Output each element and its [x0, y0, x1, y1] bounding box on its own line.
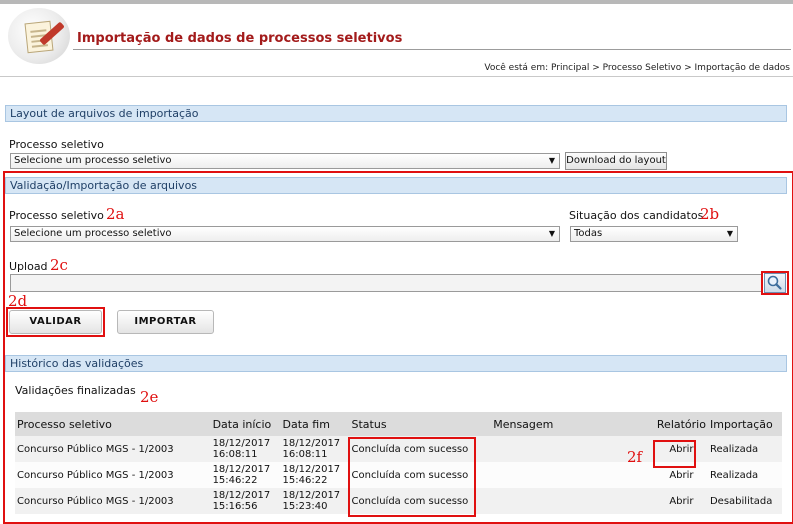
dropdown-arrow-icon: ▼: [548, 229, 555, 238]
cell-process: Concurso Público MGS - 1/2003: [15, 488, 211, 514]
top-bar: [0, 0, 793, 4]
col-import: Importação: [707, 412, 782, 436]
col-report: Relatório: [654, 412, 708, 436]
breadcrumb: Você está em: Principal > Processo Selet…: [484, 63, 790, 73]
dropdown-arrow-icon: ▼: [726, 229, 733, 238]
report-open-link[interactable]: Abrir: [654, 488, 708, 514]
history-subheading: Validações finalizadas: [15, 384, 136, 397]
upload-search-highlight: [761, 271, 789, 295]
app-logo-icon: [8, 8, 70, 64]
validate-highlight: [6, 307, 105, 337]
layout-process-label: Processo seletivo: [9, 138, 104, 151]
report-highlight: [653, 440, 696, 468]
import-button[interactable]: IMPORTAR: [117, 310, 214, 334]
history-section-header: Histórico das validações: [5, 355, 787, 372]
col-status: Status: [349, 412, 492, 436]
validation-process-select-value: Selecione um processo seletivo: [14, 228, 172, 239]
history-table-header: Processo seletivo Data início Data fim S…: [15, 412, 782, 436]
layout-process-select[interactable]: Selecione um processo seletivo ▼: [10, 153, 560, 169]
dropdown-arrow-icon: ▼: [548, 156, 555, 165]
annotation-2e: 2e: [140, 388, 159, 406]
layout-process-select-value: Selecione um processo seletivo: [14, 155, 172, 166]
col-start: Data início: [210, 412, 281, 436]
col-message: Mensagem: [491, 412, 655, 436]
situation-select[interactable]: Todas ▼: [570, 226, 738, 242]
import-status-link[interactable]: Realizada: [707, 462, 782, 488]
annotation-2f: 2f: [627, 448, 643, 466]
col-end: Data fim: [280, 412, 350, 436]
validation-process-label: Processo seletivo: [9, 209, 104, 222]
cell-process: Concurso Público MGS - 1/2003: [15, 462, 211, 488]
import-status-link[interactable]: Desabilitada: [707, 488, 782, 514]
validation-process-select[interactable]: Selecione um processo seletivo ▼: [10, 226, 560, 242]
cell-start: 18/12/2017 15:46:22: [210, 462, 281, 488]
upload-file-input[interactable]: [10, 274, 762, 292]
title-divider: [73, 49, 791, 50]
import-status-link[interactable]: Realizada: [707, 436, 782, 462]
breadcrumb-divider: [0, 76, 793, 77]
annotation-2a: 2a: [106, 205, 125, 223]
download-layout-button[interactable]: Download do layout: [565, 152, 667, 170]
situation-select-value: Todas: [574, 228, 603, 239]
validation-section-header: Validação/Importação de arquivos: [5, 177, 787, 194]
situation-label: Situação dos candidatos: [569, 209, 704, 222]
cell-end: 18/12/2017 16:08:11: [280, 436, 350, 462]
page-title: Importação de dados de processos seletiv…: [77, 31, 403, 46]
cell-start: 18/12/2017 16:08:11: [210, 436, 281, 462]
upload-label: Upload: [9, 260, 48, 273]
layout-section-header: Layout de arquivos de importação: [5, 105, 787, 122]
cell-end: 18/12/2017 15:23:40: [280, 488, 350, 514]
cell-message: [491, 488, 655, 514]
cell-start: 18/12/2017 15:16:56: [210, 488, 281, 514]
col-process: Processo seletivo: [15, 412, 211, 436]
annotation-2c: 2c: [50, 256, 68, 274]
annotation-2b: 2b: [700, 205, 720, 223]
cell-process: Concurso Público MGS - 1/2003: [15, 436, 211, 462]
status-highlight: [348, 437, 476, 517]
cell-end: 18/12/2017 15:46:22: [280, 462, 350, 488]
